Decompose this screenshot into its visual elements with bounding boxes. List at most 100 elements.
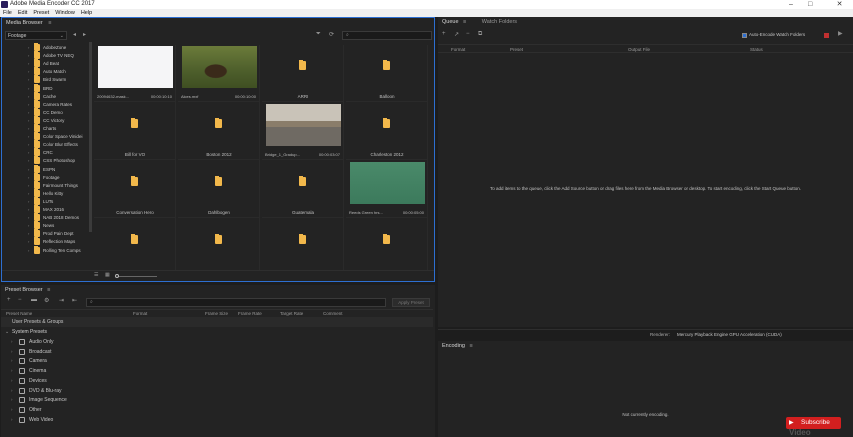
renderer-dropdown[interactable]: Mercury Playback Engine GPU Acceleration… — [677, 330, 847, 339]
menu-file[interactable]: File — [3, 10, 12, 16]
chevron-right-icon[interactable]: › — [11, 366, 13, 376]
menu-window[interactable]: Window — [55, 10, 75, 16]
export-icon[interactable]: ⇤ — [72, 297, 77, 304]
preset-search-input[interactable]: ⌕ — [86, 298, 386, 307]
chevron-right-icon[interactable]: › — [28, 109, 29, 117]
preset-browser-tab[interactable]: Preset Browser ≡ — [1, 285, 435, 295]
column-status[interactable]: Status — [750, 47, 763, 52]
column-format[interactable]: Format — [133, 311, 147, 316]
back-arrow-icon[interactable]: ◂ — [73, 31, 76, 38]
chevron-right-icon[interactable]: › — [28, 230, 29, 238]
chevron-right-icon[interactable]: › — [11, 415, 13, 425]
tree-scrollbar[interactable] — [89, 42, 92, 232]
chevron-right-icon[interactable]: › — [28, 52, 29, 60]
filter-icon[interactable]: ⏷ — [316, 31, 321, 38]
maximize-icon[interactable]: □ — [808, 0, 812, 9]
column-comment[interactable]: Comment — [323, 311, 343, 316]
media-item[interactable]: Balloon — [346, 45, 428, 102]
add-output-icon[interactable]: ↗ — [454, 31, 459, 38]
chevron-right-icon[interactable]: › — [28, 141, 29, 149]
start-queue-icon[interactable]: ▶ — [838, 30, 843, 37]
minimize-icon[interactable]: – — [789, 0, 793, 9]
stop-queue-icon[interactable] — [824, 33, 829, 38]
media-item[interactable]: Bill for VO — [94, 102, 176, 160]
media-item[interactable]: Bridge_1_Gradup... 00:00:03:07 — [262, 102, 344, 160]
settings-icon[interactable]: ⚙ — [44, 297, 49, 304]
panel-menu-icon[interactable]: ≡ — [463, 19, 466, 25]
preset-group-row[interactable]: › Other — [1, 405, 433, 415]
preset-group-row[interactable]: › Broadcast — [1, 347, 433, 357]
panel-menu-icon[interactable]: ≡ — [48, 20, 51, 26]
queue-tab[interactable]: Queue — [442, 19, 459, 25]
preset-group-row[interactable]: › Devices — [1, 376, 433, 386]
chevron-right-icon[interactable]: › — [28, 198, 29, 206]
preset-group-row[interactable]: › Web Video — [1, 415, 433, 425]
import-icon[interactable]: ⇥ — [59, 297, 64, 304]
forward-arrow-icon[interactable]: ▸ — [83, 31, 86, 38]
system-presets-row[interactable]: ⌄ System Presets — [1, 327, 433, 337]
column-preset[interactable]: Preset — [510, 47, 523, 52]
media-item[interactable]: Reeds Green hrs... 00:00:05:00 — [346, 160, 428, 218]
remove-icon[interactable]: − — [466, 31, 470, 37]
chevron-right-icon[interactable]: › — [28, 206, 29, 214]
chevron-right-icon[interactable]: › — [11, 347, 13, 357]
media-browser-tab[interactable]: Media Browser ≡ — [2, 18, 434, 28]
chevron-right-icon[interactable]: › — [11, 386, 13, 396]
column-frame-size[interactable]: Frame Size — [205, 311, 228, 316]
add-preset-icon[interactable]: + — [7, 297, 11, 303]
media-item[interactable]: Dahlbogen — [178, 160, 260, 218]
media-item[interactable]: Boston 2012 — [178, 102, 260, 160]
chevron-right-icon[interactable]: › — [11, 405, 13, 415]
watch-folders-tab[interactable]: Watch Folders — [482, 19, 517, 25]
media-item[interactable]: ARRI — [262, 45, 344, 102]
chevron-right-icon[interactable]: › — [11, 337, 13, 347]
chevron-right-icon[interactable]: › — [28, 44, 29, 52]
chevron-right-icon[interactable]: › — [28, 60, 29, 68]
auto-encode-checkbox[interactable] — [742, 33, 747, 38]
panel-menu-icon[interactable]: ≡ — [469, 343, 472, 349]
column-output-file[interactable]: Output File — [628, 47, 650, 52]
chevron-right-icon[interactable]: › — [28, 238, 29, 246]
media-search-input[interactable]: ⌕ — [342, 31, 432, 40]
media-item[interactable] — [178, 218, 260, 271]
preset-group-row[interactable]: › Audio Only — [1, 337, 433, 347]
chevron-right-icon[interactable]: › — [28, 149, 29, 157]
media-item[interactable]: Guatemala — [262, 160, 344, 218]
chevron-right-icon[interactable]: › — [28, 125, 29, 133]
media-item[interactable] — [346, 218, 428, 271]
zoom-slider[interactable] — [117, 276, 157, 277]
chevron-right-icon[interactable]: › — [11, 395, 13, 405]
chevron-right-icon[interactable]: › — [28, 157, 29, 165]
user-presets-row[interactable]: User Presets & Groups — [1, 317, 433, 327]
chevron-right-icon[interactable]: › — [28, 76, 29, 84]
close-icon[interactable]: ✕ — [826, 0, 853, 9]
chevron-right-icon[interactable]: › — [11, 376, 13, 386]
chevron-right-icon[interactable]: › — [28, 101, 29, 109]
chevron-right-icon[interactable]: › — [28, 214, 29, 222]
chevron-right-icon[interactable]: › — [28, 133, 29, 141]
chevron-right-icon[interactable]: › — [28, 247, 29, 255]
chevron-right-icon[interactable]: › — [28, 93, 29, 101]
add-source-icon[interactable]: + — [442, 31, 446, 37]
column-format[interactable]: Format — [451, 47, 465, 52]
chevron-right-icon[interactable]: › — [28, 222, 29, 230]
encoding-tab[interactable]: Encoding ≡ — [438, 341, 853, 351]
preset-group-row[interactable]: › DVD & Blu-ray — [1, 386, 433, 396]
new-group-icon[interactable]: ▬ — [31, 297, 37, 303]
chevron-right-icon[interactable]: › — [28, 85, 29, 93]
list-view-icon[interactable]: ☰ — [94, 272, 98, 278]
view-options-icon[interactable]: ⟳ — [329, 31, 334, 38]
media-item[interactable]: Alces.mxf 00:00:10:00 — [178, 45, 260, 102]
panel-menu-icon[interactable]: ≡ — [47, 287, 50, 293]
chevron-right-icon[interactable]: › — [28, 174, 29, 182]
chevron-right-icon[interactable]: › — [28, 190, 29, 198]
menu-help[interactable]: Help — [81, 10, 92, 16]
apply-preset-button[interactable]: Apply Preset — [392, 298, 430, 307]
preset-group-row[interactable]: › Cinema — [1, 366, 433, 376]
duplicate-icon[interactable]: ⧉ — [478, 31, 482, 38]
icon-view-icon[interactable]: ▦ — [105, 272, 110, 278]
chevron-right-icon[interactable]: › — [11, 356, 13, 366]
zoom-slider-handle[interactable] — [115, 274, 119, 278]
chevron-right-icon[interactable]: › — [28, 117, 29, 125]
chevron-right-icon[interactable]: › — [28, 166, 29, 174]
